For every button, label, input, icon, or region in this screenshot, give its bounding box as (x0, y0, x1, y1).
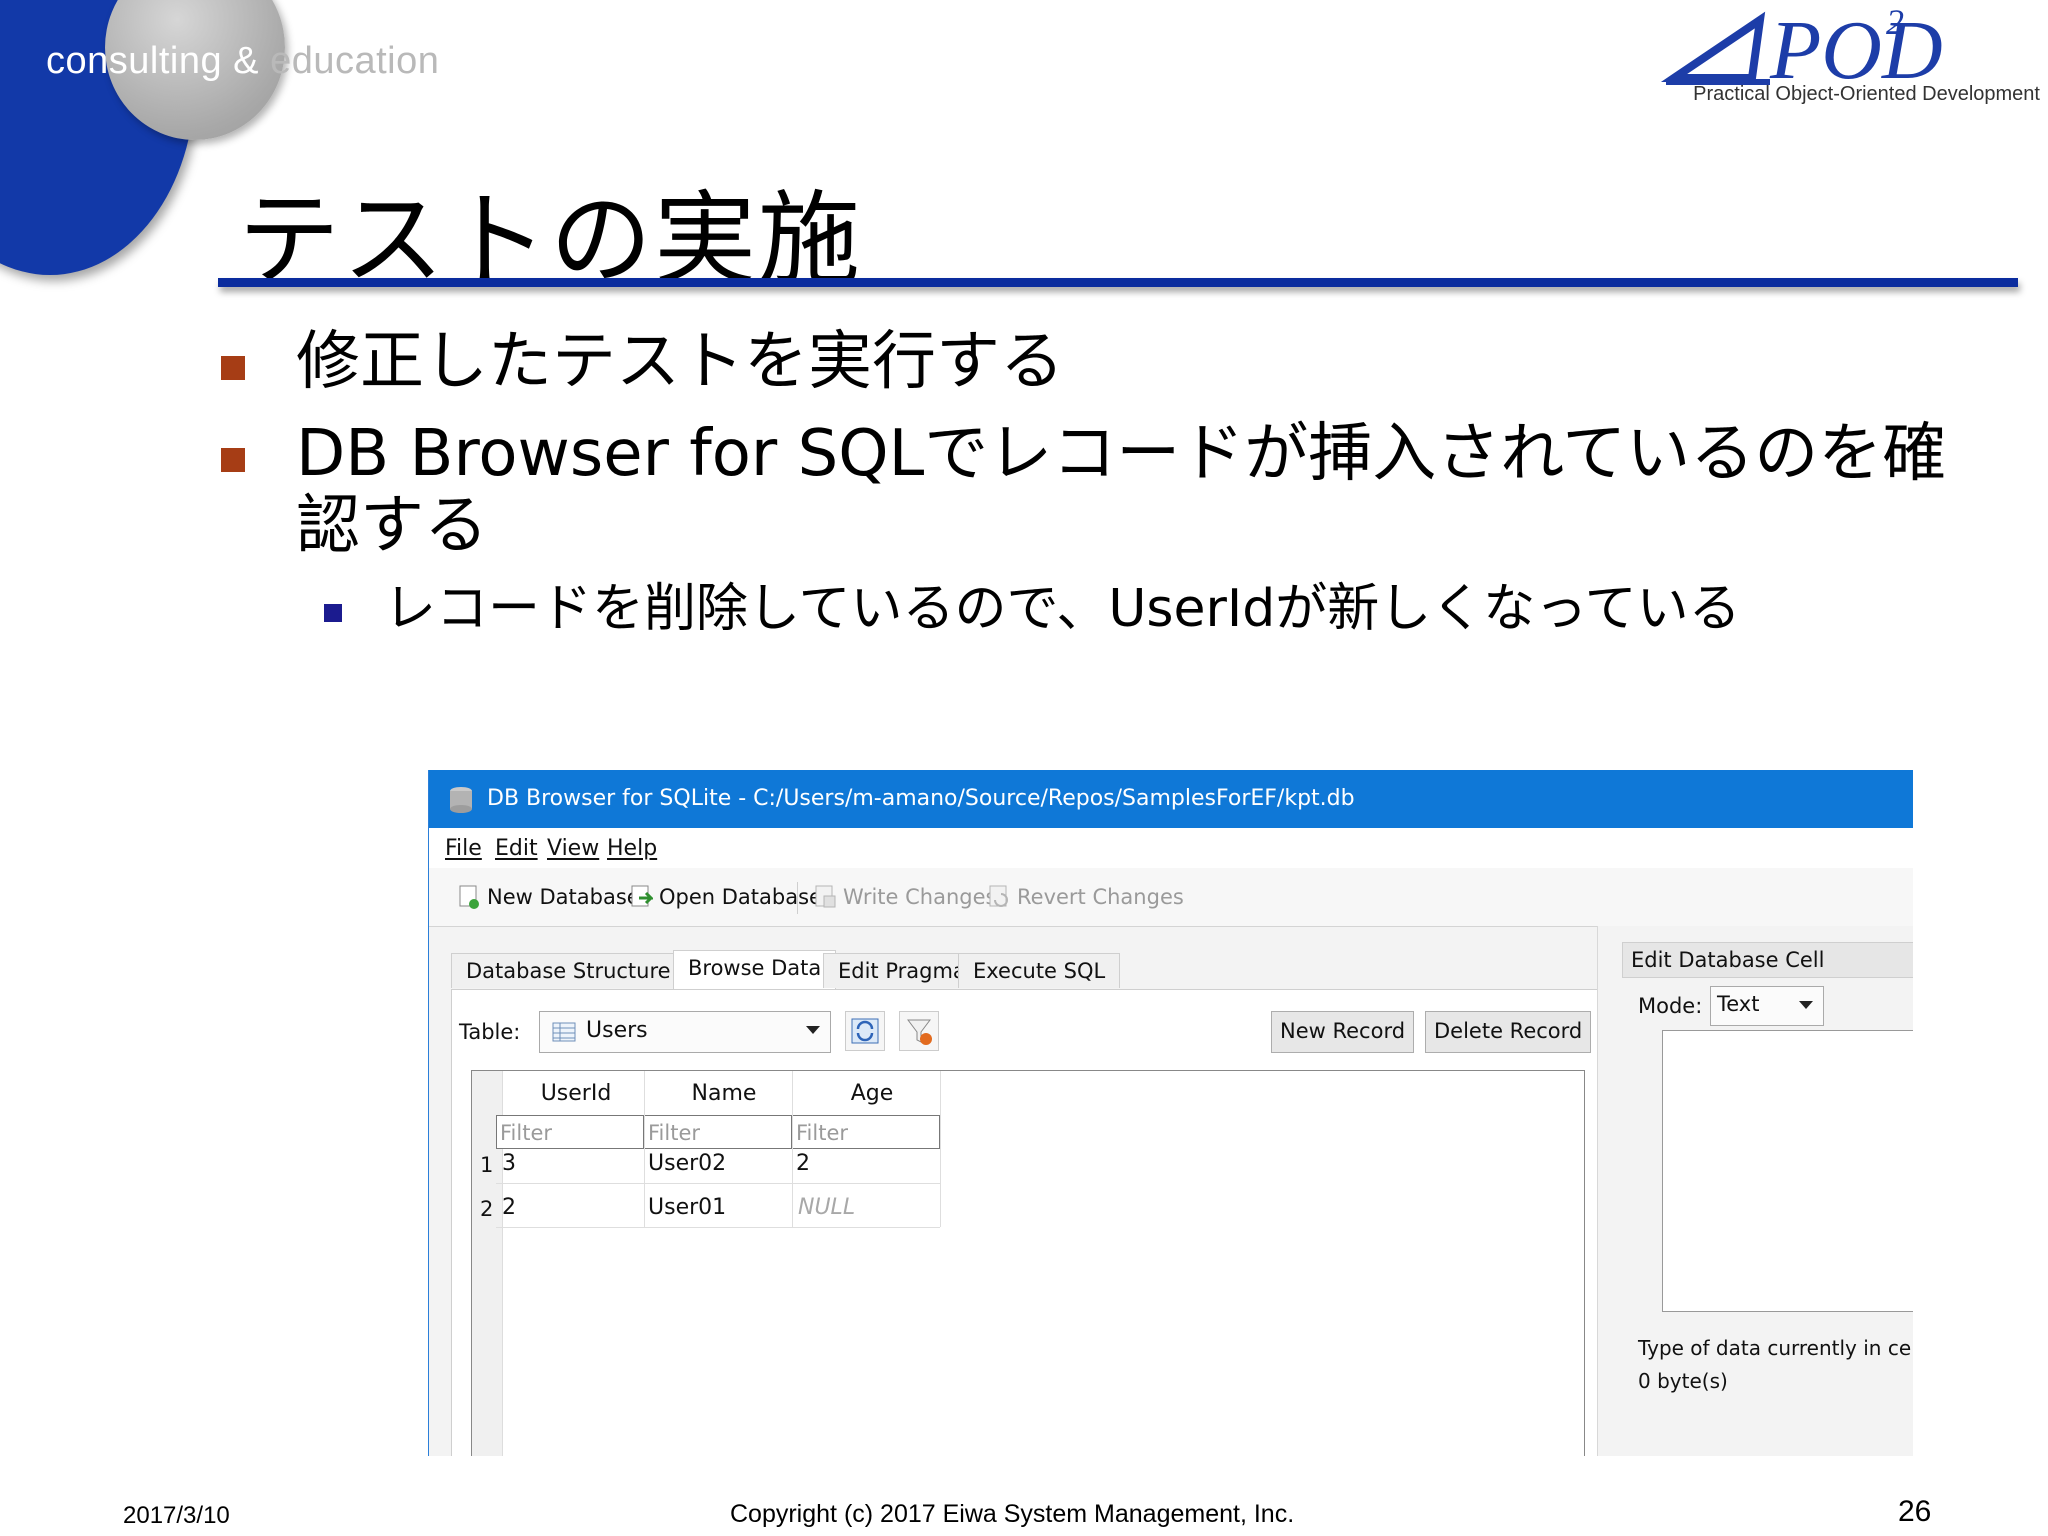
bullet-text-2: DB Browser for SQLでレコードが挿入されているのを確認する (296, 417, 1947, 563)
filter-input-age[interactable]: Filter (792, 1115, 940, 1149)
write-changes-icon (815, 885, 836, 908)
column-header-age[interactable]: Age (798, 1081, 946, 1106)
sub-bullet-item: レコードを削除しているので、UserIdが新しくなっている (324, 578, 1741, 640)
tagline-education: education (259, 40, 440, 82)
row-number[interactable]: 1 (480, 1153, 493, 1177)
bullet-item-1: 修正したテストを実行する (221, 325, 1064, 399)
table-select[interactable]: Users (539, 1011, 831, 1053)
window-title: DB Browser for SQLite - C:/Users/m-amano… (487, 786, 1355, 811)
sub-bullet-square-icon (324, 604, 342, 622)
grid-divider (940, 1071, 941, 1227)
tab-database-structure[interactable]: Database Structure (451, 953, 686, 988)
chevron-down-icon (806, 1026, 820, 1034)
open-database-icon (631, 885, 653, 907)
table-label: Table: (459, 1020, 521, 1044)
bullet-square-icon (221, 356, 245, 380)
cell-userid[interactable]: 3 (502, 1151, 516, 1176)
filter-input-userid[interactable]: Filter (496, 1115, 644, 1149)
main-toolbar: New Database Open Database Write Changes… (429, 868, 1913, 927)
logo-superscript: 2 (1886, 2, 1904, 42)
db-browser-window: DB Browser for SQLite - C:/Users/m-amano… (428, 770, 1913, 1456)
cell-age[interactable]: 2 (796, 1151, 810, 1176)
menu-file[interactable]: File (445, 836, 482, 861)
cell-userid[interactable]: 2 (502, 1195, 516, 1220)
new-database-button[interactable]: New Database (457, 884, 640, 910)
brand-tagline: consulting & education (46, 40, 439, 83)
menu-bar: File Edit View Help (429, 828, 1913, 868)
chevron-down-icon (1799, 1001, 1813, 1009)
delete-record-button[interactable]: Delete Record (1425, 1011, 1592, 1053)
refresh-icon (851, 1018, 879, 1044)
refresh-button[interactable] (845, 1011, 885, 1051)
bullet-item-2: DB Browser for SQLでレコードが挿入されているのを確認する (221, 417, 1996, 563)
toolbar-separator (797, 882, 798, 914)
clear-filter-icon (907, 1019, 932, 1045)
data-type-info: Type of data currently in ce (1638, 1336, 1912, 1360)
mode-select-value: Text (1717, 992, 1760, 1016)
new-database-icon (459, 885, 479, 909)
open-database-button[interactable]: Open Database (629, 884, 822, 910)
page-number: 26 (1898, 1495, 1932, 1528)
footer-date: 2017/3/10 (123, 1502, 230, 1529)
new-database-label: New Database (487, 885, 640, 909)
grid-divider (644, 1071, 645, 1227)
menu-help[interactable]: Help (607, 836, 657, 861)
write-changes-label: Write Changes (843, 885, 997, 909)
table-select-value: Users (586, 1018, 648, 1043)
tab-execute-sql[interactable]: Execute SQL (958, 953, 1121, 988)
grid-divider (496, 1227, 940, 1228)
cell-name[interactable]: User02 (648, 1151, 726, 1176)
database-icon (450, 787, 472, 813)
footer-copyright: Copyright (c) 2017 Eiwa System Managemen… (730, 1500, 1295, 1528)
revert-changes-label: Revert Changes (1017, 885, 1184, 909)
grid-divider (792, 1071, 793, 1227)
column-header-name[interactable]: Name (650, 1081, 798, 1106)
logo-subtitle: Practical Object-Oriented Development (1693, 83, 2040, 105)
mode-select[interactable]: Text (1710, 986, 1824, 1026)
tagline-consulting: consulting & (46, 40, 260, 82)
grid-divider (496, 1183, 940, 1184)
data-size-info: 0 byte(s) (1638, 1369, 1728, 1393)
cell-editor-textarea[interactable] (1662, 1030, 1913, 1312)
new-record-button[interactable]: New Record (1271, 1011, 1415, 1053)
revert-changes-icon (989, 885, 1008, 907)
column-header-userid[interactable]: UserId (502, 1081, 650, 1106)
tab-browse-data[interactable]: Browse Data (673, 950, 837, 989)
cell-age-null[interactable]: NULL (798, 1195, 855, 1220)
data-grid: UserId Name Age Filter Filter Filter 1 3… (471, 1070, 1585, 1456)
cell-name[interactable]: User01 (648, 1195, 726, 1220)
mode-label: Mode: (1638, 994, 1703, 1018)
sub-bullet-text: レコードを削除しているので、UserIdが新しくなっている (384, 579, 1741, 639)
menu-edit[interactable]: Edit (495, 836, 538, 861)
edit-cell-dock: Edit Database Cell Mode: Text Type of da… (1597, 926, 1913, 1456)
revert-changes-button[interactable]: Revert Changes (987, 884, 1184, 910)
write-changes-button[interactable]: Write Changes (813, 884, 996, 910)
title-divider (218, 278, 2018, 287)
bullet-text-1: 修正したテストを実行する (296, 325, 1064, 399)
dock-title: Edit Database Cell (1622, 942, 1913, 978)
table-icon (552, 1022, 576, 1042)
filter-input-name[interactable]: Filter (644, 1115, 792, 1149)
menu-view[interactable]: View (547, 836, 599, 861)
row-number[interactable]: 2 (480, 1197, 493, 1221)
window-titlebar: DB Browser for SQLite - C:/Users/m-amano… (429, 770, 1913, 828)
bullet-square-icon (221, 448, 245, 472)
clear-filters-button[interactable] (899, 1011, 939, 1051)
